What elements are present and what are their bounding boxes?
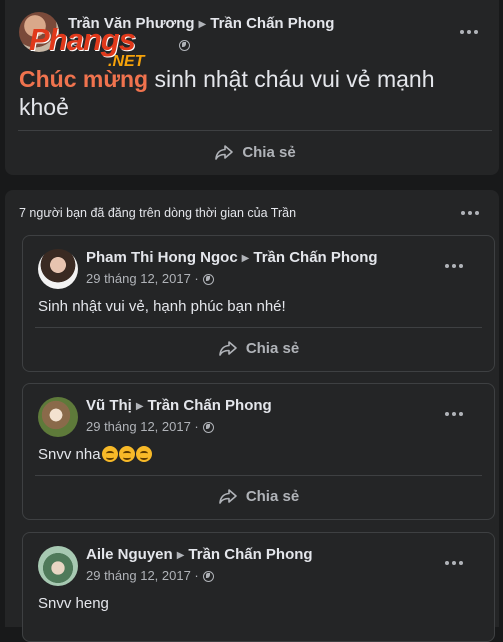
- share-label: Chia sẻ: [245, 487, 300, 505]
- post-author-line: Pham Thi Hong Ngoc ▶ Trần Chấn Phong: [86, 249, 378, 266]
- more-options-button[interactable]: [436, 248, 472, 284]
- friend-post-card: Vũ Thị ▶ Trần Chấn Phong 29 tháng 12, 2017…: [22, 383, 495, 520]
- globe-icon: [202, 571, 214, 582]
- globe-icon: [202, 274, 214, 285]
- author-name[interactable]: Aile Nguyen: [86, 546, 173, 563]
- avatar[interactable]: [38, 397, 78, 437]
- friend-post-card: Pham Thi Hong Ngoc ▶ Trần Chấn Phong 29 th…: [22, 235, 495, 372]
- arrow-right-icon: ▶: [198, 19, 207, 30]
- globe-icon: [178, 40, 190, 51]
- share-label: Chia sẻ: [242, 143, 296, 161]
- arrow-right-icon: ▶: [241, 253, 250, 264]
- target-name[interactable]: Trần Chấn Phong: [188, 546, 312, 563]
- globe-icon: [202, 422, 214, 433]
- friend-posts-group: 7 người bạn đã đăng trên dòng thời gian …: [5, 190, 499, 642]
- share-button[interactable]: Chia sẻ: [35, 478, 482, 514]
- smirk-emoji-icon: [118, 446, 135, 462]
- smirk-emoji-icon: [101, 446, 118, 462]
- author-name[interactable]: Pham Thi Hong Ngoc: [86, 249, 238, 266]
- more-options-button[interactable]: [436, 545, 472, 581]
- target-name[interactable]: Trần Chấn Phong: [148, 397, 272, 414]
- divider: [35, 327, 482, 328]
- group-more-options-button[interactable]: [452, 195, 488, 231]
- message-highlight: Chúc mừng: [19, 66, 149, 92]
- friend-post-card: Aile Nguyen ▶ Trần Chấn Phong 29 tháng 12,…: [22, 532, 495, 642]
- share-button[interactable]: Chia sẻ: [35, 330, 482, 366]
- share-icon: [219, 341, 237, 356]
- message-text: Snvv nha: [38, 446, 101, 463]
- more-options-button[interactable]: [436, 396, 472, 432]
- timestamp-text: 29 tháng 12, 2017 ·: [86, 568, 199, 583]
- arrow-right-icon: ▶: [135, 401, 144, 412]
- post-author-line: Aile Nguyen ▶ Trần Chấn Phong: [86, 546, 313, 563]
- post-timestamp[interactable]: 29 tháng 12, 2017 ·: [86, 271, 214, 286]
- divider: [35, 475, 482, 476]
- timestamp-text: 29 tháng 12, 2017 ·: [86, 271, 199, 286]
- top-post-card: Trần Văn Phương ▶ Trần Chấn Phong 9 Phangs…: [5, 0, 499, 175]
- share-label: Chia sẻ: [245, 339, 300, 357]
- post-message: Sinh nhật vui vẻ, hạnh phúc bạn nhé!: [38, 298, 286, 315]
- post-timestamp[interactable]: 29 tháng 12, 2017 ·: [86, 568, 214, 583]
- target-name[interactable]: Trần Chấn Phong: [210, 15, 334, 32]
- post-message: Snvv heng: [38, 595, 109, 612]
- group-header: 7 người bạn đã đăng trên dòng thời gian …: [19, 206, 297, 220]
- share-icon: [219, 489, 237, 504]
- smirk-emoji-icon: [135, 446, 152, 462]
- post-author-line: Vũ Thị ▶ Trần Chấn Phong: [86, 397, 272, 414]
- target-name[interactable]: Trần Chấn Phong: [253, 249, 377, 266]
- author-name[interactable]: Vũ Thị: [86, 397, 132, 414]
- arrow-right-icon: ▶: [176, 550, 185, 561]
- avatar[interactable]: [38, 546, 78, 586]
- post-message: Snvv nha: [38, 446, 152, 463]
- more-options-button[interactable]: [451, 14, 487, 50]
- post-timestamp[interactable]: 29 tháng 12, 2017 ·: [86, 419, 214, 434]
- timestamp-text: 29 tháng 12, 2017 ·: [86, 419, 199, 434]
- post-message: Chúc mừng sinh nhật cháu vui vẻ mạnh kho…: [19, 65, 479, 121]
- share-button[interactable]: Chia sẻ: [18, 134, 492, 170]
- avatar[interactable]: [38, 249, 78, 289]
- share-icon: [215, 145, 234, 160]
- divider: [18, 130, 492, 131]
